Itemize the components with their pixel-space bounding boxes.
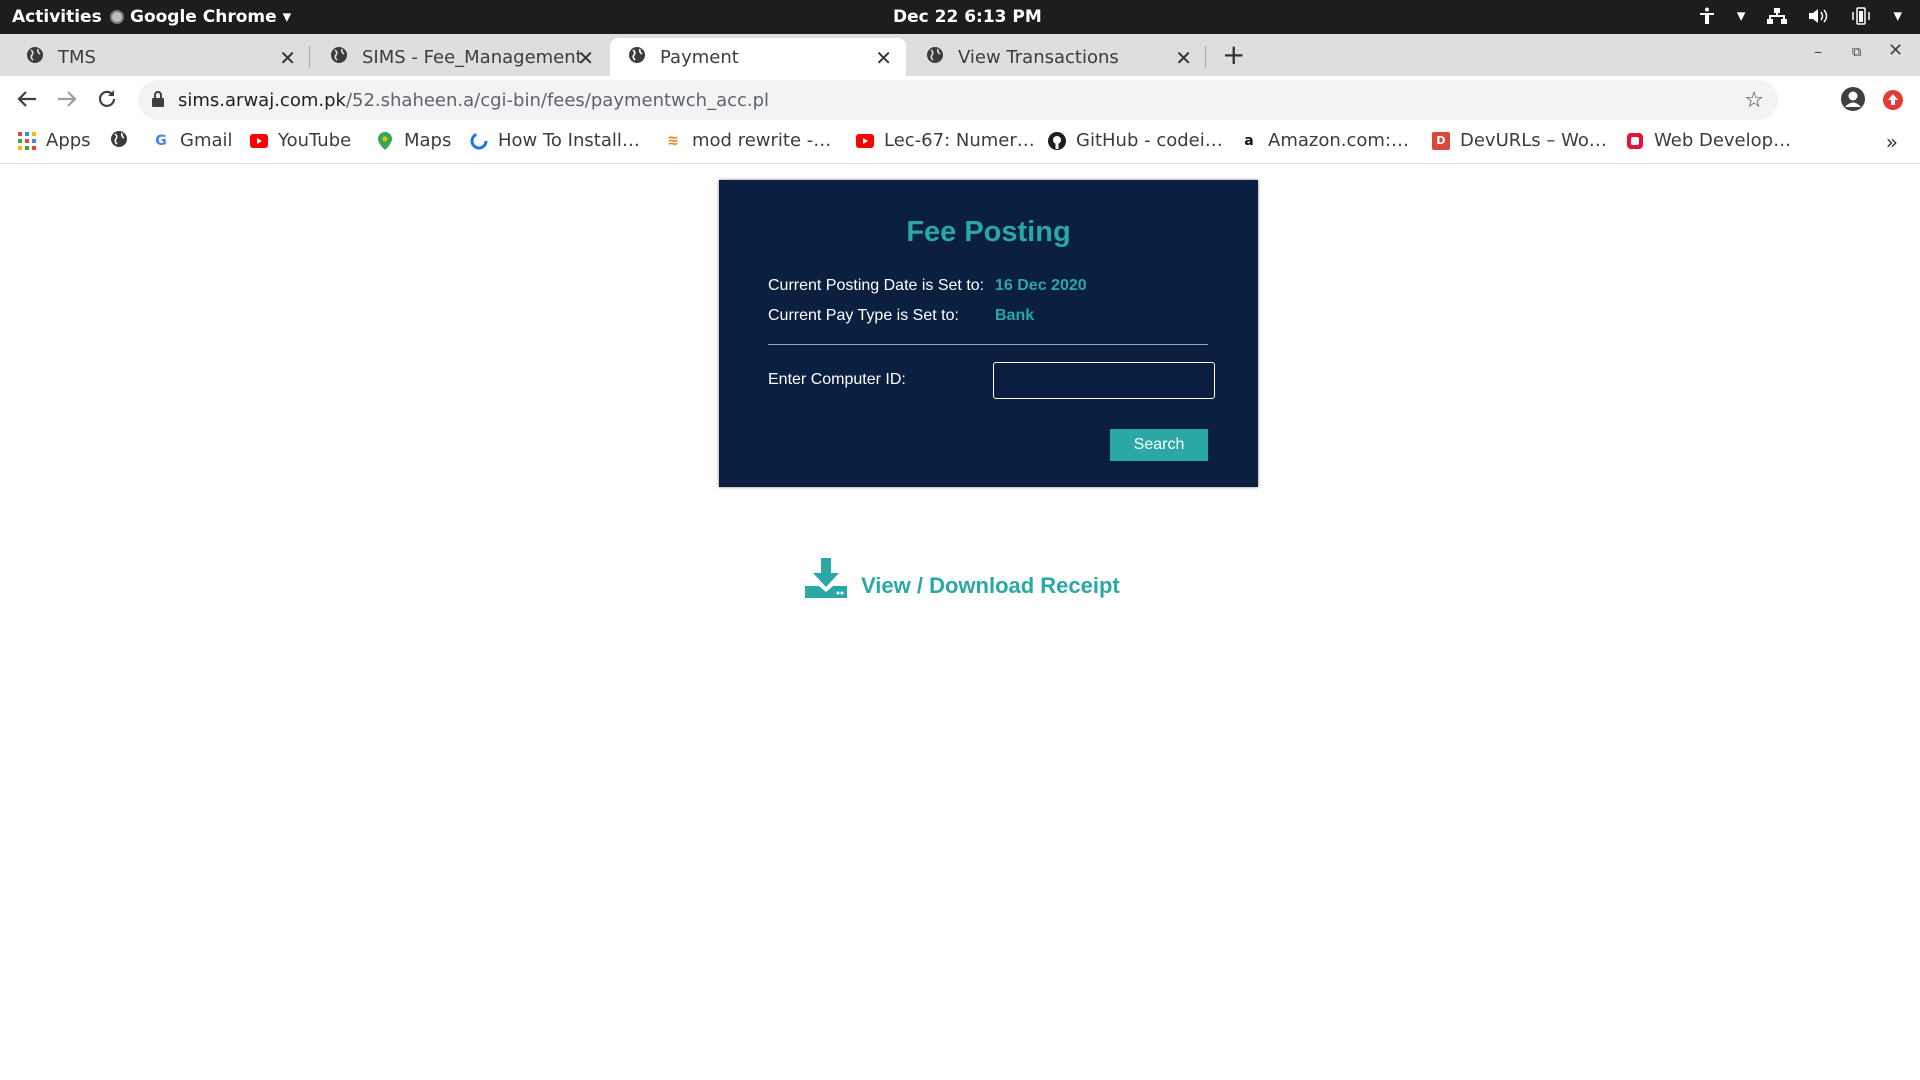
url-domain: sims.arwaj.com.pk	[178, 90, 346, 111]
tab-separator	[1205, 46, 1206, 68]
reload-icon[interactable]	[96, 88, 118, 114]
bookmark-star-icon[interactable]: ☆	[1744, 88, 1764, 113]
devurls-icon: D	[1432, 131, 1450, 150]
bookmark-label: mod rewrite -…	[692, 130, 832, 151]
bookmark-label: How To Install…	[498, 130, 640, 151]
bookmark-github[interactable]: GitHub - codei…	[1048, 130, 1223, 151]
close-window-icon[interactable]: ✕	[1888, 40, 1903, 61]
globe-icon	[330, 46, 348, 69]
tab-sims-fee-management[interactable]: SIMS - Fee_Management ✕	[312, 38, 608, 76]
tab-title: SIMS - Fee_Management	[362, 46, 583, 68]
chevron-down-icon[interactable]: ▾	[1737, 6, 1746, 26]
pay-type-value: Bank	[995, 307, 1035, 324]
bookmark-label: Lec-67: Numer…	[884, 130, 1035, 151]
bookmark-globe[interactable]	[110, 130, 128, 148]
bookmark-label: Maps	[404, 130, 452, 151]
lock-icon[interactable]	[152, 91, 164, 111]
app-menu[interactable]: Google Chrome ▾	[110, 7, 291, 27]
fee-posting-panel: Fee Posting Current Posting Date is Set …	[719, 180, 1258, 487]
tab-title: View Transactions	[958, 46, 1119, 68]
battery-icon	[1851, 7, 1871, 25]
volume-icon	[1809, 8, 1829, 24]
bookmark-mod-rewrite[interactable]: ≋ mod rewrite -…	[664, 130, 831, 151]
network-icon	[1767, 8, 1788, 24]
address-bar[interactable]: sims.arwaj.com.pk/52.shaheen.a/cgi-bin/f…	[138, 80, 1778, 120]
bookmark-devurls[interactable]: D DevURLs – Wo…	[1432, 130, 1607, 151]
computer-id-label: Enter Computer ID:	[768, 371, 906, 388]
bookmark-label: Apps	[46, 130, 91, 151]
bookmark-web-develop[interactable]: Web Develop…	[1626, 130, 1791, 151]
github-icon	[1048, 131, 1066, 150]
accessibility-icon[interactable]	[1699, 7, 1715, 25]
app-menu-label: Google Chrome	[130, 7, 277, 27]
web-develop-icon	[1626, 132, 1644, 150]
tab-strip: TMS ✕ SIMS - Fee_Management ✕ Payment ✕ …	[0, 34, 1920, 76]
download-icon	[805, 558, 847, 602]
tab-separator	[309, 46, 310, 68]
maps-icon	[376, 131, 394, 150]
pay-type-label: Current Pay Type is Set to:	[768, 307, 959, 324]
bookmark-youtube[interactable]: YouTube	[250, 130, 351, 151]
bookmarks-overflow-icon[interactable]: »	[1886, 130, 1898, 154]
bookmark-maps[interactable]: Maps	[376, 130, 451, 151]
bookmark-label: Web Develop…	[1654, 130, 1792, 151]
bookmark-label: DevURLs – Wo…	[1460, 130, 1607, 151]
url-text[interactable]: sims.arwaj.com.pk/52.shaheen.a/cgi-bin/f…	[178, 90, 769, 111]
close-icon[interactable]: ✕	[577, 46, 594, 70]
youtube-icon	[856, 132, 874, 150]
search-button[interactable]: Search	[1110, 429, 1208, 461]
loader-icon	[470, 132, 488, 150]
activities-button[interactable]: Activities	[12, 7, 102, 27]
tab-view-transactions[interactable]: View Transactions ✕	[908, 38, 1206, 76]
bookmark-label: GitHub - codei…	[1076, 130, 1223, 151]
close-icon[interactable]: ✕	[279, 46, 296, 70]
chevron-down-icon[interactable]: ▾	[1893, 6, 1902, 26]
divider	[768, 344, 1208, 345]
bookmark-label: YouTube	[278, 130, 352, 151]
bookmark-how-to-install[interactable]: How To Install…	[470, 130, 640, 151]
browser-toolbar: sims.arwaj.com.pk/52.shaheen.a/cgi-bin/f…	[0, 76, 1920, 124]
google-icon: G	[155, 132, 167, 149]
globe-icon	[926, 46, 944, 69]
close-icon[interactable]: ✕	[875, 46, 892, 70]
receipt-link-label: View / Download Receipt	[861, 573, 1120, 598]
youtube-icon	[250, 132, 268, 150]
profile-avatar-icon[interactable]	[1840, 86, 1866, 116]
globe-icon	[628, 46, 646, 69]
posting-date-value: 16 Dec 2020	[995, 277, 1087, 294]
view-download-receipt-link[interactable]: View / Download Receipt	[805, 558, 1120, 602]
bookmark-label: Amazon.com:…	[1268, 130, 1409, 151]
clock[interactable]: Dec 22 6:13 PM	[893, 7, 1042, 27]
tab-title: Payment	[660, 46, 739, 68]
bookmark-apps[interactable]: Apps	[18, 130, 91, 151]
amazon-icon: a	[1244, 132, 1254, 149]
forward-arrow-icon[interactable]	[56, 88, 78, 114]
computer-id-input[interactable]	[993, 362, 1215, 399]
bookmark-lec-67[interactable]: Lec-67: Numer…	[856, 130, 1035, 151]
system-top-bar: Activities Google Chrome ▾ Dec 22 6:13 P…	[0, 0, 1920, 34]
stackoverflow-icon: ≋	[667, 132, 679, 149]
apps-grid-icon	[18, 131, 36, 150]
tab-payment[interactable]: Payment ✕	[610, 38, 906, 76]
new-tab-button[interactable]: +	[1222, 40, 1245, 70]
close-icon[interactable]: ✕	[1175, 46, 1192, 70]
bookmarks-bar: Apps G Gmail YouTube Maps How To Install…	[0, 124, 1920, 164]
bookmark-amazon[interactable]: a Amazon.com:…	[1240, 130, 1409, 151]
chrome-app-icon	[110, 10, 124, 24]
tab-title: TMS	[58, 46, 96, 68]
system-tray[interactable]: ▾ ▾	[1699, 6, 1902, 26]
restore-icon[interactable]: ⧉	[1852, 45, 1861, 60]
caret-down-icon: ▾	[282, 7, 292, 27]
extension-icon[interactable]	[1882, 89, 1904, 115]
page-title: Fee Posting	[906, 216, 1071, 248]
bookmark-label: Gmail	[180, 130, 233, 151]
globe-icon	[26, 46, 44, 69]
back-arrow-icon[interactable]	[16, 88, 38, 114]
globe-icon	[110, 130, 128, 148]
bookmark-gmail[interactable]: G Gmail	[152, 130, 233, 151]
minimize-icon[interactable]: –	[1814, 42, 1822, 61]
posting-date-label: Current Posting Date is Set to:	[768, 277, 985, 294]
tab-tms[interactable]: TMS ✕	[8, 38, 310, 76]
url-path: /52.shaheen.a/cgi-bin/fees/paymentwch_ac…	[345, 90, 770, 111]
